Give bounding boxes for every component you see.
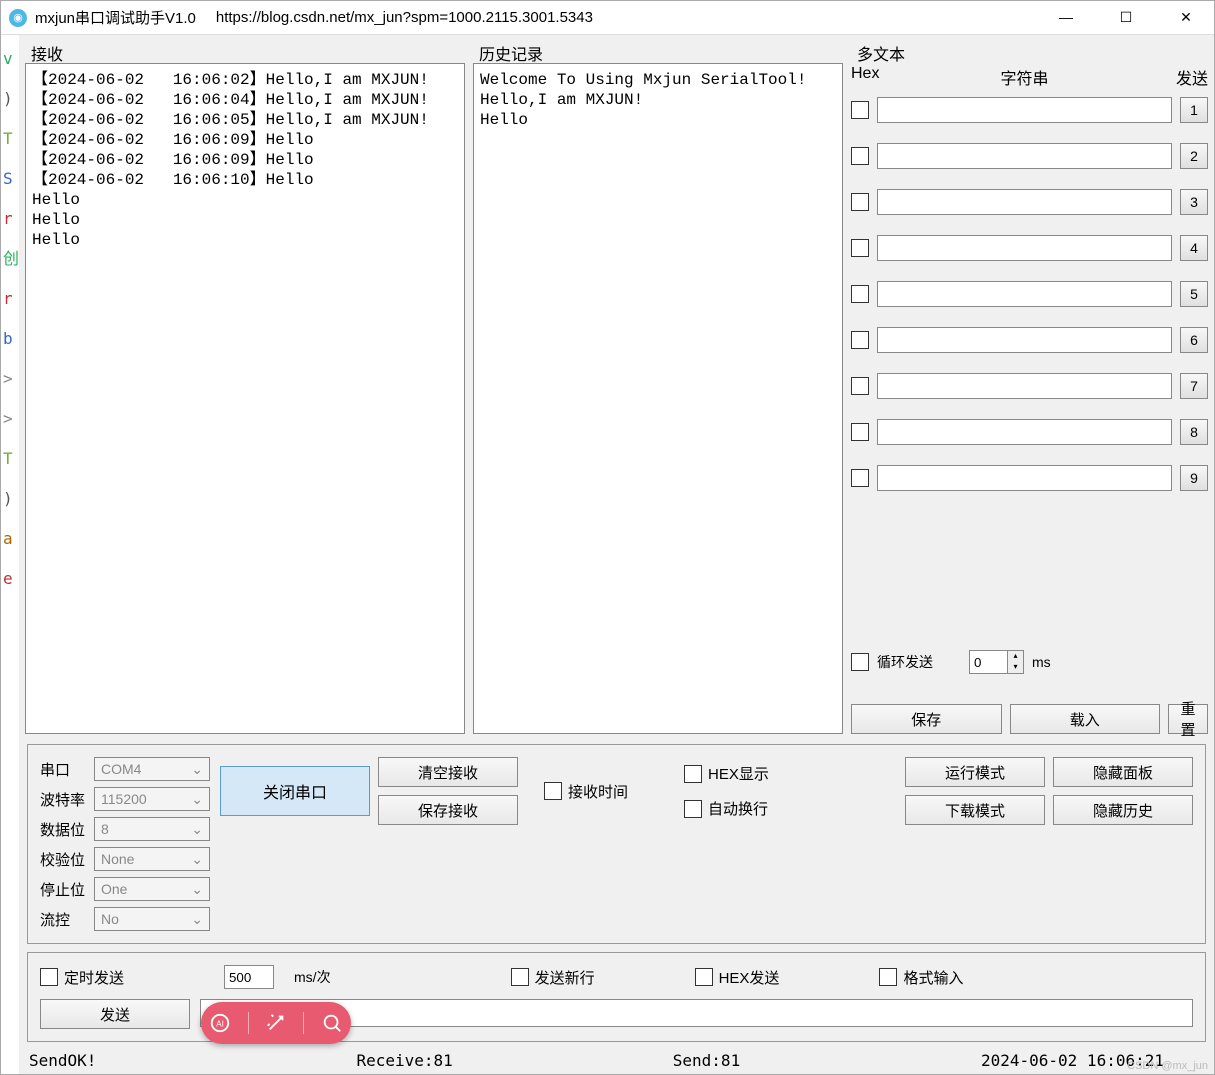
string-header: 字符串 xyxy=(881,65,1168,89)
window-url: https://blog.csdn.net/mx_jun?spm=1000.21… xyxy=(216,9,593,26)
multi-hex-checkbox-5[interactable] xyxy=(851,285,869,303)
hex-send-checkbox[interactable] xyxy=(695,968,713,986)
multi-send-button-8[interactable]: 8 xyxy=(1180,419,1208,445)
multi-text-input-3[interactable] xyxy=(877,189,1172,215)
status-bar: SendOK! Receive:81 Send:81 2024-06-02 16… xyxy=(19,1046,1214,1074)
databits-label: 数据位 xyxy=(40,819,88,840)
stopbits-label: 停止位 xyxy=(40,879,88,900)
port-label: 串口 xyxy=(40,759,88,780)
multi-send-button-1[interactable]: 1 xyxy=(1180,97,1208,123)
status-sendok: SendOK! xyxy=(29,1051,96,1070)
send-header: 发送 xyxy=(1168,65,1208,89)
run-mode-button[interactable]: 运行模式 xyxy=(905,757,1045,787)
spinner-up[interactable]: ▴ xyxy=(1008,651,1023,662)
multi-send-button-3[interactable]: 3 xyxy=(1180,189,1208,215)
multi-hex-checkbox-2[interactable] xyxy=(851,147,869,165)
databits-combo[interactable]: 8 xyxy=(94,817,210,841)
hex-display-checkbox[interactable] xyxy=(684,765,702,783)
watermark: CSDN @mx_jun xyxy=(1127,1060,1208,1072)
multitext-label: 多文本 xyxy=(851,41,1208,63)
auto-wrap-checkbox[interactable] xyxy=(684,800,702,818)
window-title: mxjun串口调试助手V1.0 xyxy=(35,7,196,28)
titlebar: ◉ mxjun串口调试助手V1.0 https://blog.csdn.net/… xyxy=(1,1,1214,35)
app-icon: ◉ xyxy=(9,9,27,27)
maximize-button[interactable]: ☐ xyxy=(1106,9,1146,26)
flow-label: 流控 xyxy=(40,909,88,930)
baud-combo[interactable]: 115200 xyxy=(94,787,210,811)
multi-text-input-6[interactable] xyxy=(877,327,1172,353)
minimize-button[interactable]: ― xyxy=(1046,9,1086,26)
multi-hex-checkbox-1[interactable] xyxy=(851,101,869,119)
load-button[interactable]: 载入 xyxy=(1010,704,1161,734)
multi-send-button-7[interactable]: 7 xyxy=(1180,373,1208,399)
multi-text-input-8[interactable] xyxy=(877,419,1172,445)
floating-toolbar[interactable]: AI xyxy=(201,1002,351,1044)
stopbits-combo[interactable]: One xyxy=(94,877,210,901)
status-receive: Receive:81 xyxy=(356,1051,452,1070)
multi-hex-checkbox-3[interactable] xyxy=(851,193,869,211)
multi-hex-checkbox-7[interactable] xyxy=(851,377,869,395)
magic-wand-icon[interactable] xyxy=(265,1012,287,1034)
multi-text-input-5[interactable] xyxy=(877,281,1172,307)
editor-gutter: v)TSr创rb>>T)ae xyxy=(1,35,19,1074)
close-port-button[interactable]: 关闭串口 xyxy=(220,766,370,816)
multi-hex-checkbox-4[interactable] xyxy=(851,239,869,257)
loop-interval-spinner[interactable]: ▴▾ xyxy=(969,650,1024,674)
multi-send-button-4[interactable]: 4 xyxy=(1180,235,1208,261)
multi-send-button-5[interactable]: 5 xyxy=(1180,281,1208,307)
multi-hex-checkbox-9[interactable] xyxy=(851,469,869,487)
port-combo[interactable]: COM4 xyxy=(94,757,210,781)
save-receive-button[interactable]: 保存接收 xyxy=(378,795,518,825)
per-send-label: ms/次 xyxy=(294,967,331,987)
hex-header: Hex xyxy=(851,65,881,89)
clear-receive-button[interactable]: 清空接收 xyxy=(378,757,518,787)
multi-text-input-4[interactable] xyxy=(877,235,1172,261)
multi-hex-checkbox-6[interactable] xyxy=(851,331,869,349)
multi-send-button-9[interactable]: 9 xyxy=(1180,465,1208,491)
multi-text-input-9[interactable] xyxy=(877,465,1172,491)
receive-time-checkbox[interactable] xyxy=(544,782,562,800)
timed-send-checkbox[interactable] xyxy=(40,968,58,986)
hide-history-button[interactable]: 隐藏历史 xyxy=(1053,795,1193,825)
history-textbox[interactable]: Welcome To Using Mxjun SerialTool! Hello… xyxy=(473,63,843,734)
loop-send-checkbox[interactable] xyxy=(851,653,869,671)
ms-label: ms xyxy=(1032,654,1051,670)
send-newline-checkbox[interactable] xyxy=(511,968,529,986)
receive-label: 接收 xyxy=(25,41,465,63)
multi-text-input-2[interactable] xyxy=(877,143,1172,169)
multi-text-input-1[interactable] xyxy=(877,97,1172,123)
loop-interval-input[interactable] xyxy=(970,651,1007,673)
history-label: 历史记录 xyxy=(473,41,843,63)
ai-icon[interactable]: AI xyxy=(209,1012,231,1034)
multi-send-button-2[interactable]: 2 xyxy=(1180,143,1208,169)
search-icon[interactable] xyxy=(321,1012,343,1034)
hide-panel-button[interactable]: 隐藏面板 xyxy=(1053,757,1193,787)
save-button[interactable]: 保存 xyxy=(851,704,1002,734)
parity-label: 校验位 xyxy=(40,849,88,870)
reset-button[interactable]: 重置 xyxy=(1168,704,1208,734)
receive-textbox[interactable]: 【2024-06-02 16:06:02】Hello,I am MXJUN! 【… xyxy=(25,63,465,734)
timed-interval-input[interactable] xyxy=(224,965,274,989)
format-input-checkbox[interactable] xyxy=(879,968,897,986)
spinner-down[interactable]: ▾ xyxy=(1008,662,1023,673)
baud-label: 波特率 xyxy=(40,789,88,810)
svg-text:AI: AI xyxy=(216,1020,224,1029)
loop-send-label: 循环发送 xyxy=(877,652,933,672)
status-send: Send:81 xyxy=(673,1051,740,1070)
parity-combo[interactable]: None xyxy=(94,847,210,871)
multi-send-button-6[interactable]: 6 xyxy=(1180,327,1208,353)
send-button[interactable]: 发送 xyxy=(40,999,190,1029)
close-button[interactable]: ✕ xyxy=(1166,9,1206,26)
multi-text-input-7[interactable] xyxy=(877,373,1172,399)
flow-combo[interactable]: No xyxy=(94,907,210,931)
download-mode-button[interactable]: 下载模式 xyxy=(905,795,1045,825)
multi-hex-checkbox-8[interactable] xyxy=(851,423,869,441)
